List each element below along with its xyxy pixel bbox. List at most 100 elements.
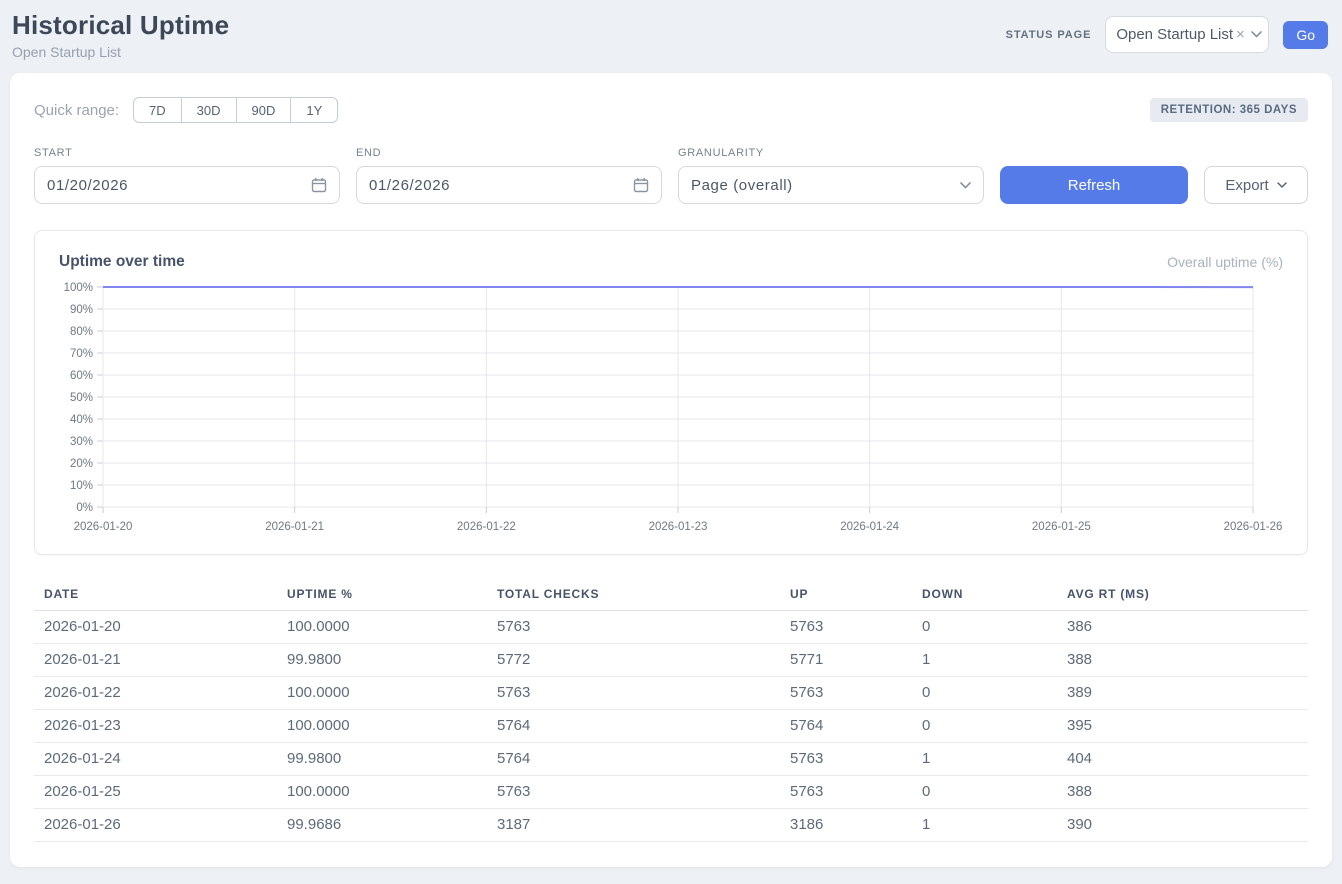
table-cell: 2026-01-21 [34, 644, 277, 677]
quick-range-7d-button[interactable]: 7D [133, 97, 182, 123]
granularity-field-group: GRANULARITY Page (overall) [678, 147, 984, 204]
refresh-button[interactable]: Refresh [1000, 166, 1188, 204]
uptime-chart: 100%90%80%70%60%50%40%30%20%10%0%2026-01… [59, 279, 1285, 537]
table-cell: 99.9800 [277, 743, 487, 776]
table-cell: 100.0000 [277, 611, 487, 644]
table-cell: 5763 [780, 776, 912, 809]
y-axis-label: 10% [70, 480, 93, 492]
clear-selection-icon[interactable]: × [1236, 26, 1245, 43]
chevron-down-icon [960, 182, 971, 189]
table-cell: 100.0000 [277, 677, 487, 710]
table-cell: 2026-01-24 [34, 743, 277, 776]
main-panel: Quick range: 7D30D90D1Y RETENTION: 365 D… [10, 73, 1332, 867]
page-subtitle: Open Startup List [12, 44, 229, 60]
chart-title: Uptime over time [59, 253, 185, 271]
table-cell: 0 [912, 677, 1057, 710]
table-cell: 5764 [487, 710, 780, 743]
granularity-label: GRANULARITY [678, 147, 984, 159]
table-cell: 99.9800 [277, 644, 487, 677]
table-row: 2026-01-25100.0000576357630388 [34, 776, 1308, 809]
table-cell: 99.9686 [277, 809, 487, 842]
y-axis-label: 80% [70, 326, 93, 338]
end-date-input[interactable]: 01/26/2026 [356, 166, 662, 204]
y-axis-label: 40% [70, 414, 93, 426]
column-header: DATE [34, 579, 277, 611]
table-header-row: DATEUPTIME %TOTAL CHECKSUPDOWNAVG RT (MS… [34, 579, 1308, 611]
end-date-label: END [356, 147, 662, 159]
y-axis-label: 30% [70, 436, 93, 448]
x-axis-label: 2026-01-21 [265, 521, 324, 533]
calendar-icon[interactable] [633, 177, 649, 193]
table-cell: 5763 [487, 611, 780, 644]
chart-legend: Overall uptime (%) [1167, 254, 1283, 270]
table-row: 2026-01-2699.9686318731861390 [34, 809, 1308, 842]
start-date-value: 01/20/2026 [47, 177, 128, 194]
table-cell: 5764 [780, 710, 912, 743]
x-axis-label: 2026-01-25 [1032, 521, 1091, 533]
column-header: AVG RT (MS) [1057, 579, 1308, 611]
title-block: Historical Uptime Open Startup List [12, 10, 229, 60]
table-cell: 5772 [487, 644, 780, 677]
table-cell: 2026-01-25 [34, 776, 277, 809]
table-row: 2026-01-2499.9800576457631404 [34, 743, 1308, 776]
table-cell: 1 [912, 743, 1057, 776]
y-axis-label: 50% [70, 392, 93, 404]
table-cell: 3187 [487, 809, 780, 842]
export-button[interactable]: Export [1204, 166, 1308, 204]
table-cell: 2026-01-26 [34, 809, 277, 842]
table-cell: 386 [1057, 611, 1308, 644]
retention-badge: RETENTION: 365 DAYS [1150, 98, 1308, 122]
table-cell: 3186 [780, 809, 912, 842]
table-cell: 100.0000 [277, 710, 487, 743]
start-date-label: START [34, 147, 340, 159]
granularity-value: Page (overall) [691, 177, 793, 194]
table-row: 2026-01-2199.9800577257711388 [34, 644, 1308, 677]
table-cell: 5763 [487, 677, 780, 710]
table-row: 2026-01-22100.0000576357630389 [34, 677, 1308, 710]
y-axis-label: 60% [70, 370, 93, 382]
quick-range-label: Quick range: [34, 102, 119, 119]
status-page-select[interactable]: Open Startup List × [1105, 16, 1269, 53]
go-button[interactable]: Go [1283, 21, 1328, 49]
table-cell: 100.0000 [277, 776, 487, 809]
table-cell: 395 [1057, 710, 1308, 743]
table-cell: 2026-01-20 [34, 611, 277, 644]
status-page-label: STATUS PAGE [1006, 29, 1092, 41]
table-cell: 2026-01-22 [34, 677, 277, 710]
x-axis-label: 2026-01-26 [1224, 521, 1283, 533]
y-axis-label: 90% [70, 304, 93, 316]
quick-range-30d-button[interactable]: 30D [181, 97, 237, 123]
y-axis-label: 100% [64, 282, 93, 294]
x-axis-label: 2026-01-24 [840, 521, 899, 533]
column-header: DOWN [912, 579, 1057, 611]
quick-range-90d-button[interactable]: 90D [236, 97, 292, 123]
table-cell: 0 [912, 611, 1057, 644]
quick-range-1y-button[interactable]: 1Y [290, 97, 338, 123]
table-cell: 5763 [487, 776, 780, 809]
column-header: UP [780, 579, 912, 611]
page-title: Historical Uptime [12, 10, 229, 41]
uptime-table: DATEUPTIME %TOTAL CHECKSUPDOWNAVG RT (MS… [34, 579, 1308, 842]
header-controls: STATUS PAGE Open Startup List × Go [1006, 16, 1328, 53]
uptime-table-container: DATEUPTIME %TOTAL CHECKSUPDOWNAVG RT (MS… [34, 579, 1308, 842]
status-page-selected-value: Open Startup List [1116, 26, 1233, 43]
table-cell: 404 [1057, 743, 1308, 776]
quick-range-group: 7D30D90D1Y [133, 97, 338, 123]
quick-range-row: Quick range: 7D30D90D1Y RETENTION: 365 D… [34, 97, 1308, 123]
table-cell: 390 [1057, 809, 1308, 842]
calendar-icon[interactable] [311, 177, 327, 193]
table-cell: 1 [912, 644, 1057, 677]
granularity-select[interactable]: Page (overall) [678, 166, 984, 204]
controls-row: START 01/20/2026 END 01/26/2026 GRANULAR… [34, 147, 1308, 204]
table-row: 2026-01-20100.0000576357630386 [34, 611, 1308, 644]
column-header: UPTIME % [277, 579, 487, 611]
table-cell: 0 [912, 776, 1057, 809]
end-date-value: 01/26/2026 [369, 177, 450, 194]
table-cell: 389 [1057, 677, 1308, 710]
chevron-down-icon [1251, 31, 1262, 38]
table-cell: 2026-01-23 [34, 710, 277, 743]
start-date-input[interactable]: 01/20/2026 [34, 166, 340, 204]
uptime-chart-card: Uptime over time Overall uptime (%) 100%… [34, 230, 1308, 555]
page-header: Historical Uptime Open Startup List STAT… [0, 0, 1342, 60]
chevron-down-icon [1277, 182, 1287, 188]
